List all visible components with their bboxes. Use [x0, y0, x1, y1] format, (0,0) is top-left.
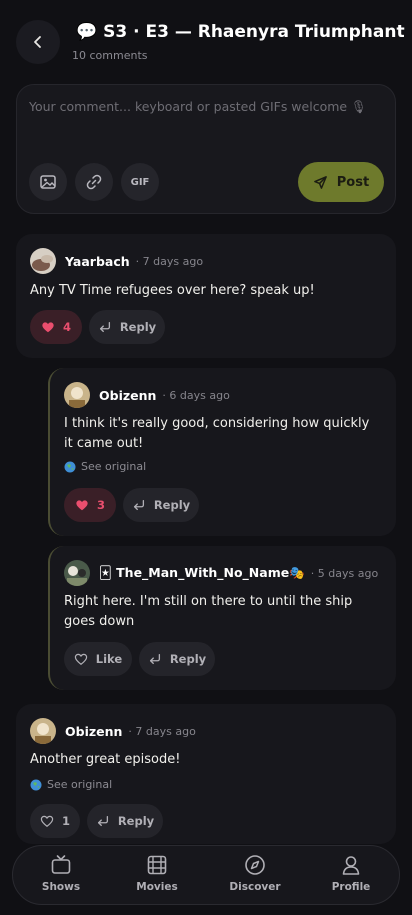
reply-button[interactable]: Reply	[139, 642, 215, 676]
timestamp: · 7 days ago	[128, 724, 196, 738]
username[interactable]: Yaarbach	[65, 254, 130, 269]
nav-item-shows[interactable]: Shows	[26, 854, 96, 893]
post-button[interactable]: Post	[298, 162, 384, 202]
reply-button[interactable]: Reply	[87, 804, 163, 838]
film-icon	[147, 855, 167, 875]
nav-label: Movies	[136, 881, 178, 893]
header: 💬 S3 · E3 — Rhaenyra Triumphant 10 comme…	[0, 0, 412, 76]
reply-label: Reply	[153, 498, 191, 512]
reply-label: Reply	[169, 652, 207, 666]
link-icon	[86, 174, 102, 190]
comment-card: Obizenn · 7 days ago Another great episo…	[16, 704, 396, 844]
heart-icon	[76, 500, 88, 511]
username[interactable]: Obizenn	[99, 388, 156, 403]
send-icon	[313, 175, 327, 189]
like-button[interactable]: Like	[64, 642, 132, 676]
bottom-nav: Shows Movies Discover Profile	[12, 845, 400, 905]
page-title: 💬 S3 · E3 — Rhaenyra Triumphant	[76, 22, 405, 42]
reply-card: Obizenn · 6 days ago I think it's really…	[48, 368, 396, 536]
comment-composer: Your comment... keyboard or pasted GIFs …	[16, 84, 396, 214]
see-original-link[interactable]: See original	[64, 460, 146, 473]
reply-icon	[99, 321, 110, 333]
like-count: 1	[61, 814, 70, 828]
reply-card: 🃏 The_Man_With_No_Name🎭 · 5 days ago Rig…	[48, 546, 396, 690]
see-original-label: See original	[47, 778, 113, 791]
nav-item-discover[interactable]: Discover	[220, 854, 290, 893]
attach-link-button[interactable]	[75, 163, 113, 201]
comment-card: Yaarbach · 7 days ago Any TV Time refuge…	[16, 234, 396, 358]
like-count: 3	[96, 498, 105, 512]
globe-icon	[64, 461, 76, 472]
tv-icon	[51, 855, 71, 874]
reply-label: Reply	[117, 814, 155, 828]
nav-label: Shows	[41, 881, 81, 893]
like-label: Like	[95, 652, 123, 666]
reply-icon	[97, 815, 108, 827]
nav-item-movies[interactable]: Movies	[122, 854, 192, 893]
nav-item-profile[interactable]: Profile	[316, 854, 386, 893]
comment-text: Right here. I'm still on there to until …	[64, 594, 353, 629]
like-button[interactable]: 4	[30, 310, 82, 344]
gif-button[interactable]: GIF	[121, 163, 159, 201]
like-button[interactable]: 1	[30, 804, 80, 838]
image-icon	[40, 175, 56, 189]
username[interactable]: 🃏 The_Man_With_No_Name🎭	[99, 565, 305, 581]
avatar[interactable]	[64, 382, 90, 408]
see-original-label: See original	[81, 460, 147, 473]
reply-label: Reply	[119, 320, 157, 334]
comment-text: Any TV Time refugees over here? speak up…	[30, 283, 315, 298]
attach-image-button[interactable]	[29, 163, 67, 201]
back-button[interactable]	[16, 20, 60, 64]
timestamp: · 7 days ago	[135, 254, 204, 268]
reply-button[interactable]: Reply	[89, 310, 165, 344]
nav-label: Discover	[229, 881, 281, 893]
like-count: 4	[62, 320, 71, 334]
compass-icon	[245, 855, 265, 875]
avatar[interactable]	[64, 560, 90, 586]
post-label: Post	[336, 174, 370, 190]
see-original-link[interactable]: See original	[30, 778, 112, 791]
profile-icon	[342, 856, 360, 875]
avatar[interactable]	[30, 718, 56, 744]
avatar[interactable]	[30, 248, 56, 274]
heart-icon	[42, 322, 54, 333]
comment-text: Another great episode!	[30, 752, 181, 767]
like-button[interactable]: 3	[64, 488, 116, 522]
heart-outline-icon	[40, 815, 54, 828]
heart-outline-icon	[74, 653, 88, 666]
timestamp: · 5 days ago	[310, 566, 379, 580]
comment-input[interactable]: Your comment... keyboard or pasted GIFs …	[29, 99, 367, 115]
comment-count: 10 comments	[72, 49, 148, 62]
chevron-left-icon	[34, 36, 41, 48]
nav-label: Profile	[331, 881, 371, 893]
reply-icon	[133, 499, 144, 511]
timestamp: · 6 days ago	[162, 388, 230, 402]
reply-icon	[149, 653, 160, 665]
globe-icon	[30, 779, 42, 790]
comment-text: I think it's really good, considering ho…	[64, 416, 370, 451]
reply-button[interactable]: Reply	[123, 488, 199, 522]
username[interactable]: Obizenn	[65, 724, 122, 739]
